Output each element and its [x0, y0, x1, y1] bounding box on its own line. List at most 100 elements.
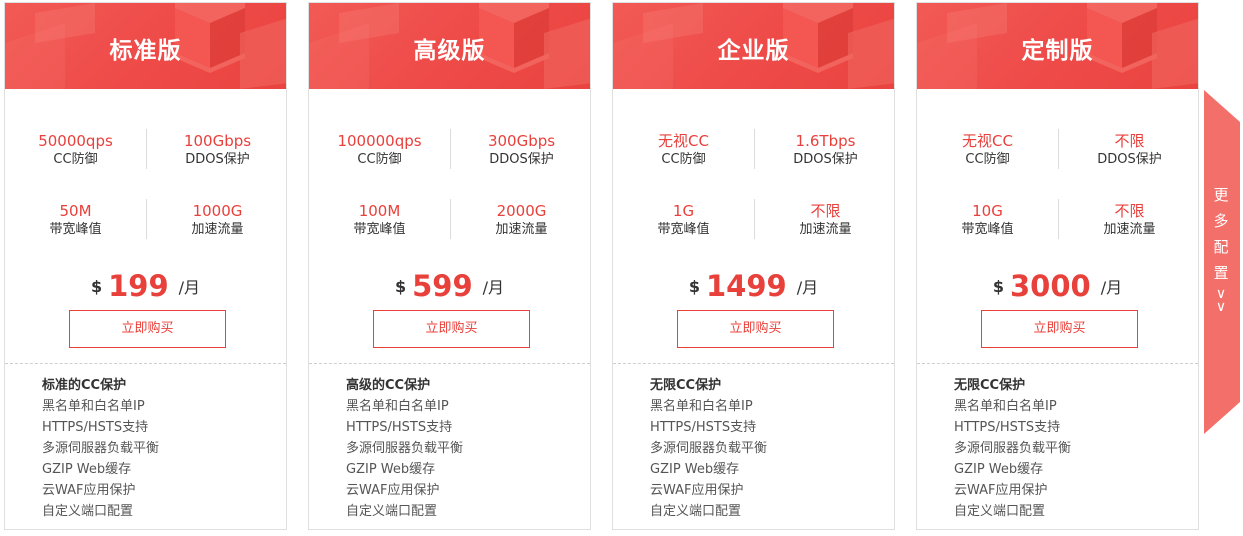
stat-ddos: 300Gbps DDOS保护: [451, 131, 592, 169]
feature-item: GZIP Web缓存: [346, 462, 436, 477]
stat-value: 不限: [1114, 132, 1145, 150]
feature-item: 云WAF应用保护: [954, 483, 1048, 498]
dashed-divider: [309, 363, 590, 364]
stat-label: 带宽峰值: [353, 222, 406, 237]
dashed-divider: [917, 363, 1198, 364]
feature-list-title: 无限CC保护: [650, 378, 722, 393]
stat-label: 带宽峰值: [657, 222, 710, 237]
stat-value: 50000qps: [38, 132, 113, 150]
stat-traffic: 1000G 加速流量: [147, 201, 288, 239]
currency-symbol: $: [394, 276, 407, 296]
plan-card-enterprise: 企业版 无视CC CC防御 1.6Tbps DDOS保护 1G 带宽峰值 不限 …: [612, 2, 895, 530]
stat-value: 无视CC: [962, 132, 1013, 150]
stat-label: 带宽峰值: [49, 222, 102, 237]
feature-item: 多源伺服器负载平衡: [954, 441, 1072, 456]
plan-header: 标准版: [5, 3, 286, 89]
price-unit: /月: [796, 278, 819, 297]
stat-value: 300Gbps: [487, 132, 556, 150]
plan-header: 定制版: [917, 3, 1198, 89]
stat-value: 不限: [810, 202, 841, 220]
stat-cc: 无视CC CC防御: [917, 131, 1058, 169]
plan-header: 企业版: [613, 3, 894, 89]
stat-label: 带宽峰值: [961, 222, 1014, 237]
double-chevron-down-icon: ∨ ∨: [1215, 286, 1227, 315]
feature-item: 云WAF应用保护: [42, 483, 136, 498]
price: $3000/月: [917, 269, 1198, 303]
feature-list: 高级的CC保护 黑名单和白名单IP HTTPS/HSTS支持 多源伺服器负载平衡…: [346, 375, 463, 522]
feature-item: 自定义端口配置: [650, 504, 742, 519]
feature-item: 黑名单和白名单IP: [42, 399, 145, 414]
stat-ddos: 100Gbps DDOS保护: [147, 131, 288, 169]
stat-cc: 50000qps CC防御: [5, 131, 146, 169]
feature-item: 自定义端口配置: [954, 504, 1046, 519]
stat-cc: 100000qps CC防御: [309, 131, 450, 169]
dashed-divider: [613, 363, 894, 364]
feature-item: 多源伺服器负载平衡: [42, 441, 160, 456]
price-amount: 199: [108, 269, 169, 303]
price-unit: /月: [178, 278, 201, 297]
feature-item: 黑名单和白名单IP: [650, 399, 753, 414]
feature-item: 黑名单和白名单IP: [954, 399, 1057, 414]
buy-now-button[interactable]: 立即购买: [69, 310, 226, 348]
price-unit: /月: [1100, 278, 1123, 297]
currency-symbol: $: [992, 276, 1004, 296]
price-amount: 3000: [1010, 269, 1091, 303]
stat-cc: 无视CC CC防御: [613, 131, 754, 169]
stat-value: 不限: [1114, 202, 1145, 220]
stat-value: 1000G: [192, 202, 243, 220]
stat-traffic: 不限 加速流量: [755, 201, 896, 239]
stat-bandwidth: 1G 带宽峰值: [613, 201, 754, 239]
feature-item: HTTPS/HSTS支持: [346, 420, 453, 435]
stat-value: 10G: [972, 202, 1003, 220]
stat-value: 100Gbps: [183, 132, 252, 150]
plan-card-advanced: 高级版 100000qps CC防御 300Gbps DDOS保护 100M 带…: [308, 2, 591, 530]
feature-item: HTTPS/HSTS支持: [650, 420, 757, 435]
stat-label: DDOS保护: [793, 152, 858, 167]
feature-item: 自定义端口配置: [346, 504, 438, 519]
stat-value: 1.6Tbps: [795, 132, 856, 150]
buy-now-button[interactable]: 立即购买: [677, 310, 834, 348]
stat-traffic: 不限 加速流量: [1059, 201, 1200, 239]
stat-label: 加速流量: [1103, 222, 1156, 237]
stat-traffic: 2000G 加速流量: [451, 201, 592, 239]
feature-item: 黑名单和白名单IP: [346, 399, 449, 414]
stat-value: 100M: [358, 202, 401, 220]
feature-item: GZIP Web缓存: [650, 462, 740, 477]
feature-item: 云WAF应用保护: [650, 483, 744, 498]
stat-ddos: 不限 DDOS保护: [1059, 131, 1200, 169]
more-config-tab[interactable]: 更多配置 ∨ ∨: [1204, 90, 1243, 434]
stat-value: 1G: [672, 202, 695, 220]
plan-header: 高级版: [309, 3, 590, 89]
feature-item: HTTPS/HSTS支持: [954, 420, 1061, 435]
feature-item: GZIP Web缓存: [42, 462, 132, 477]
plan-title: 高级版: [413, 38, 486, 64]
feature-list: 无限CC保护 黑名单和白名单IP HTTPS/HSTS支持 多源伺服器负载平衡 …: [650, 375, 767, 522]
plan-title: 定制版: [1021, 38, 1094, 64]
feature-item: GZIP Web缓存: [954, 462, 1044, 477]
stat-label: DDOS保护: [185, 152, 250, 167]
stat-label: CC防御: [357, 152, 402, 167]
plan-title: 标准版: [109, 38, 182, 64]
feature-item: 云WAF应用保护: [346, 483, 440, 498]
buy-now-button[interactable]: 立即购买: [373, 310, 530, 348]
pricing-cards: 标准版 50000qps CC防御 100Gbps DDOS保护 50M 带宽峰…: [4, 2, 1199, 530]
more-config-label: 更多配置: [1213, 186, 1229, 282]
buy-now-button[interactable]: 立即购买: [981, 310, 1138, 348]
price: $599/月: [309, 269, 590, 303]
price-unit: /月: [482, 278, 505, 297]
price: $199/月: [5, 269, 286, 303]
stat-value: 2000G: [496, 202, 547, 220]
stat-label: CC防御: [53, 152, 98, 167]
stat-label: 加速流量: [799, 222, 852, 237]
stat-label: 加速流量: [495, 222, 548, 237]
stat-value: 50M: [59, 202, 92, 220]
currency-symbol: $: [90, 276, 103, 296]
price-amount: 1499: [706, 269, 787, 303]
stat-label: DDOS保护: [489, 152, 554, 167]
feature-item: 自定义端口配置: [42, 504, 134, 519]
price: $1499/月: [613, 269, 894, 303]
stat-bandwidth: 10G 带宽峰值: [917, 201, 1058, 239]
stat-label: CC防御: [965, 152, 1010, 167]
plan-title: 企业版: [717, 38, 790, 64]
feature-item: 多源伺服器负载平衡: [346, 441, 464, 456]
